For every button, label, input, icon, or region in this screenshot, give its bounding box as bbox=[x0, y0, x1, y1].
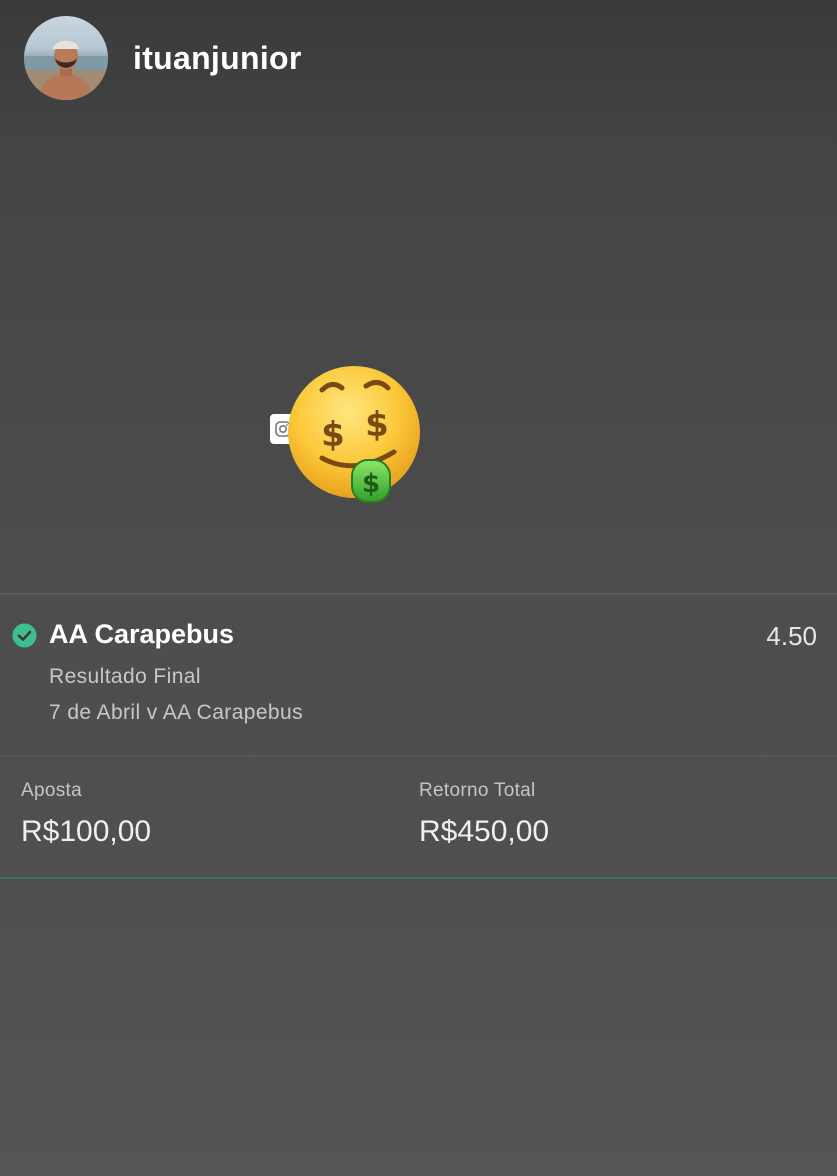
market-name: Resultado Final bbox=[49, 665, 201, 688]
odds-value: 4.50 bbox=[766, 621, 817, 651]
avatar-photo bbox=[24, 40, 108, 100]
svg-text:$: $ bbox=[362, 469, 380, 499]
divider-accent bbox=[0, 877, 837, 879]
stake-value: R$100,00 bbox=[21, 815, 152, 848]
svg-text:$: $ bbox=[321, 415, 345, 455]
selection-name: AA Carapebus bbox=[49, 619, 235, 649]
return-label: Retorno Total bbox=[419, 780, 536, 801]
avatar[interactable] bbox=[24, 16, 108, 100]
event-name: 7 de Abril v AA Carapebus bbox=[49, 701, 303, 724]
money-mouth-face-icon: $ $ $ bbox=[288, 366, 420, 503]
emoji-sticker: $ $ $ bbox=[270, 364, 426, 506]
username[interactable]: ituanjunior bbox=[133, 40, 302, 77]
bet-selection[interactable]: AA Carapebus 4.50 Resultado Final 7 de A… bbox=[0, 595, 837, 755]
story-header: ituanjunior bbox=[24, 16, 302, 100]
stake-label: Aposta bbox=[21, 780, 82, 801]
stake-summary: Aposta R$100,00 Retorno Total R$450,00 bbox=[0, 757, 837, 877]
svg-text:$: $ bbox=[365, 405, 389, 445]
return-value: R$450,00 bbox=[419, 815, 550, 848]
check-circle-icon bbox=[12, 623, 37, 648]
